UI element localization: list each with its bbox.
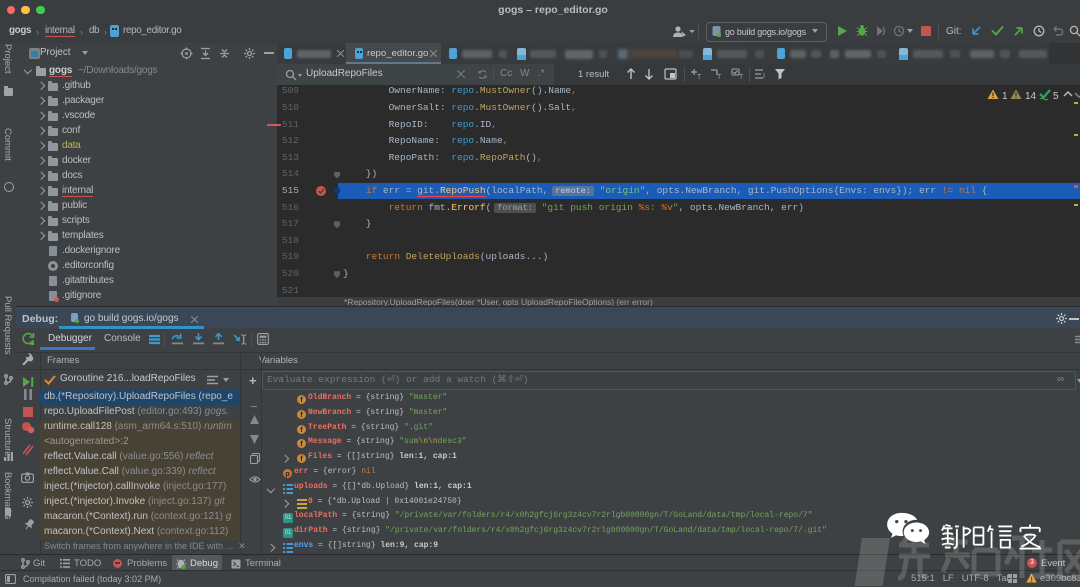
svg-text:I: I <box>763 73 765 80</box>
svg-text:T: T <box>717 74 722 81</box>
svg-text:T: T <box>739 74 744 81</box>
svg-text:5: 5 <box>1053 91 1059 101</box>
svg-text:14: 14 <box>1025 91 1037 101</box>
svg-text:T: T <box>697 74 702 81</box>
svg-text:1: 1 <box>1002 91 1008 101</box>
